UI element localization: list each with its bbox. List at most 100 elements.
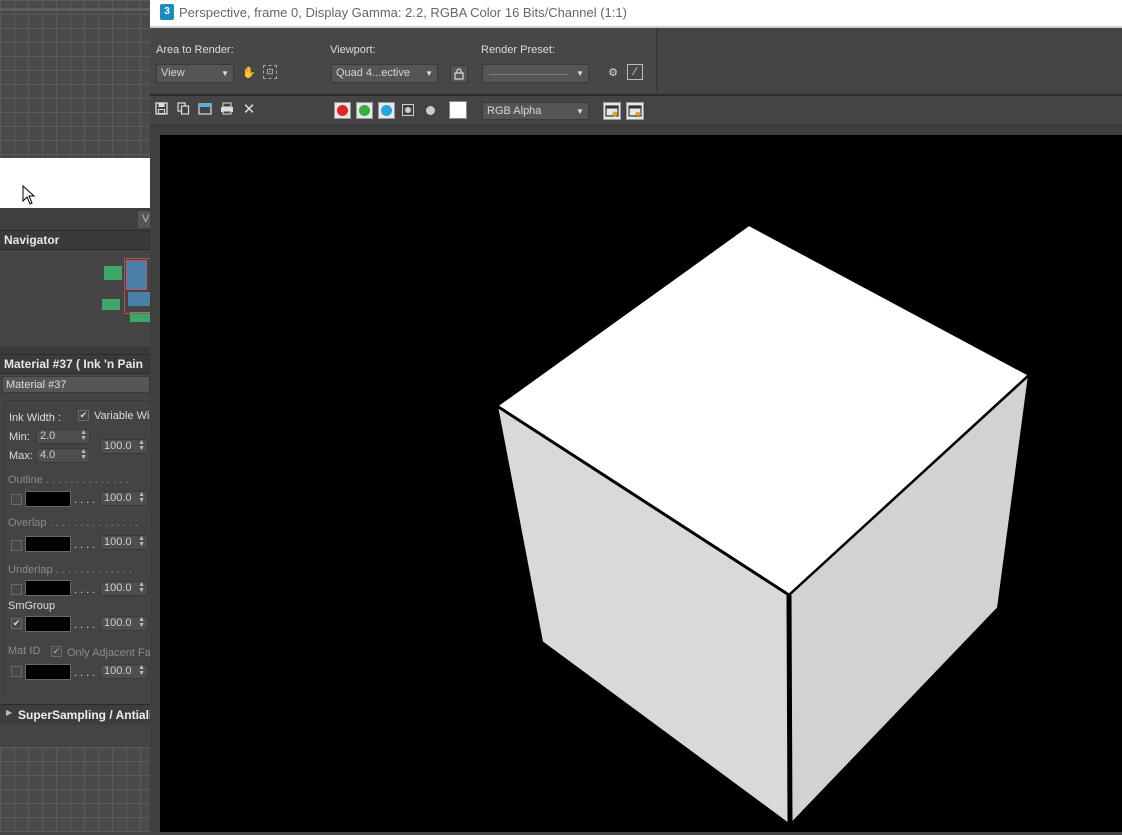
- render-preset-dropdown[interactable]: ▼: [482, 64, 589, 83]
- rendered-cube: [495, 223, 1031, 828]
- supersampling-label: SuperSampling / Antiali: [18, 708, 153, 722]
- spinner-arrows-icon[interactable]: ▲ ▼: [80, 429, 87, 442]
- matid-color-swatch[interactable]: [25, 664, 71, 680]
- area-to-render-value: View: [161, 67, 185, 79]
- max-value: 4.0: [40, 449, 56, 461]
- overlap-checkbox[interactable]: [11, 540, 22, 551]
- render-settings-bar: Area to Render: View ▼ ✋ ⊡ Viewport: Quad…: [150, 28, 1122, 94]
- matid-spinner[interactable]: 100.0 ▲ ▼: [100, 664, 148, 679]
- copy-image-icon[interactable]: [175, 102, 191, 118]
- environment-effects-icon[interactable]: ⁄: [627, 64, 643, 80]
- spinner-arrows-icon[interactable]: ▲ ▼: [138, 439, 145, 452]
- matid-checkbox[interactable]: [11, 666, 22, 677]
- outline-label: Outline . . . . . . . . . . . . . .: [8, 474, 129, 486]
- smgroup-color-swatch[interactable]: [25, 616, 71, 632]
- underlap-value: 100.0: [104, 582, 132, 594]
- spinner-arrows-icon[interactable]: ▲ ▼: [138, 491, 145, 504]
- node-editor-grid-top: [0, 0, 150, 158]
- material-name-field[interactable]: Material #37: [2, 376, 150, 393]
- navigator-divider: [0, 346, 150, 354]
- min-label: Min:: [9, 431, 30, 443]
- node-editor-grid-bottom: [0, 747, 150, 832]
- max-spinner[interactable]: 4.0 ▲ ▼: [36, 448, 90, 463]
- tab-stub[interactable]: V: [138, 211, 150, 228]
- overlap-dots: . . . .: [74, 539, 96, 551]
- navigator-header[interactable]: Navigator: [0, 230, 150, 250]
- underlap-label: Underlap . . . . . . . . . . . . .: [8, 564, 133, 576]
- red-channel-toggle[interactable]: [334, 102, 351, 119]
- smgroup-spinner[interactable]: 100.0 ▲ ▼: [100, 616, 148, 631]
- outline-dots: . . . .: [74, 494, 96, 506]
- green-channel-toggle[interactable]: [356, 102, 373, 119]
- clear-icon[interactable]: ✕: [241, 102, 257, 118]
- overlap-spinner[interactable]: 100.0 ▲ ▼: [100, 535, 148, 550]
- print-image-icon[interactable]: [219, 102, 235, 118]
- red-channel-icon: [337, 105, 348, 116]
- overlap-color-swatch[interactable]: [25, 536, 71, 552]
- spinner-arrows-icon[interactable]: ▲ ▼: [138, 535, 145, 548]
- area-to-render-dropdown[interactable]: View ▼: [156, 64, 234, 83]
- area-to-render-label: Area to Render:: [156, 44, 234, 56]
- variable-width-label: Variable Wid: [94, 410, 156, 422]
- render-window-titlebar[interactable]: 3 Perspective, frame 0, Display Gamma: 2…: [150, 0, 1122, 26]
- only-adjacent-checkbox[interactable]: ✔: [51, 646, 62, 657]
- expand-arrow-icon: ▶: [6, 708, 13, 717]
- nav-node: [102, 299, 120, 310]
- chevron-down-icon: ▼: [221, 69, 229, 78]
- spinner-arrows-icon[interactable]: ▲ ▼: [138, 664, 145, 677]
- toggle-ui-icon[interactable]: [626, 102, 644, 120]
- spinner-arrows-icon[interactable]: ▲ ▼: [138, 616, 145, 629]
- tab-strip: [0, 208, 150, 230]
- navigator-view[interactable]: [0, 250, 156, 346]
- image-toolbar: ✕ RGB Alpha ▼: [150, 96, 1122, 124]
- chevron-down-icon: ▼: [425, 69, 433, 78]
- outline-checkbox[interactable]: [11, 494, 22, 505]
- variable-width-checkbox[interactable]: ✔: [78, 410, 89, 421]
- monochrome-icon[interactable]: [426, 106, 435, 115]
- overlap-label: Overlap . . . . . . . . . . . . . . .: [8, 517, 139, 529]
- viewport-dropdown[interactable]: Quad 4...ective ▼: [331, 64, 438, 83]
- window-title: Perspective, frame 0, Display Gamma: 2.2…: [179, 5, 627, 20]
- outline-spinner[interactable]: 100.0 ▲ ▼: [100, 491, 148, 506]
- spinner-arrows-icon[interactable]: ▲ ▼: [138, 581, 145, 594]
- blue-channel-toggle[interactable]: [378, 102, 395, 119]
- auto-region-icon[interactable]: ⊡: [263, 65, 277, 79]
- min-spinner[interactable]: 2.0 ▲ ▼: [36, 429, 90, 444]
- spinner-arrows-icon[interactable]: ▲ ▼: [80, 448, 87, 461]
- alpha-channel-icon[interactable]: [402, 104, 414, 116]
- underlap-color-swatch[interactable]: [25, 580, 71, 596]
- edit-region-icon[interactable]: ✋: [241, 65, 257, 81]
- smgroup-checkbox[interactable]: ✔: [11, 618, 22, 629]
- preset-line: [489, 74, 569, 75]
- nav-node: [104, 266, 122, 280]
- matid-dots: . . . .: [74, 667, 96, 679]
- underlap-spinner[interactable]: 100.0 ▲ ▼: [100, 581, 148, 596]
- left-bottom-strip: [0, 725, 150, 747]
- chevron-down-icon: ▼: [576, 107, 584, 116]
- variable-width-spinner[interactable]: 100.0 ▲ ▼: [100, 439, 148, 454]
- min-value: 2.0: [40, 430, 56, 442]
- lock-icon[interactable]: [450, 65, 468, 83]
- clone-window-icon[interactable]: [197, 102, 213, 118]
- underlap-checkbox[interactable]: [11, 584, 22, 595]
- channel-value: RGB Alpha: [487, 105, 542, 117]
- app-icon: 3: [160, 4, 174, 20]
- viewport-label: Viewport:: [330, 44, 376, 56]
- node-editor-top-bar: [0, 8, 150, 11]
- supersampling-rollout[interactable]: ▶ SuperSampling / Antiali: [0, 704, 153, 726]
- mouse-cursor-icon: [22, 184, 36, 208]
- variable-value: 100.0: [104, 440, 132, 452]
- outline-color-swatch[interactable]: [25, 491, 71, 507]
- channel-dropdown[interactable]: RGB Alpha ▼: [482, 102, 589, 120]
- outline-value: 100.0: [104, 492, 132, 504]
- clear-color-swatch[interactable]: [449, 101, 467, 119]
- material-header: Material #37 ( Ink 'n Pain: [0, 354, 150, 374]
- matid-label: Mat ID: [8, 645, 41, 657]
- save-image-icon[interactable]: [153, 102, 169, 118]
- render-setup-icon[interactable]: ⚙: [605, 65, 621, 81]
- render-frame-area[interactable]: [150, 127, 1122, 832]
- render-preset-label: Render Preset:: [481, 44, 555, 56]
- green-channel-icon: [359, 105, 370, 116]
- toggle-ui-overlay-icon[interactable]: [603, 102, 621, 120]
- max-label: Max:: [9, 450, 33, 462]
